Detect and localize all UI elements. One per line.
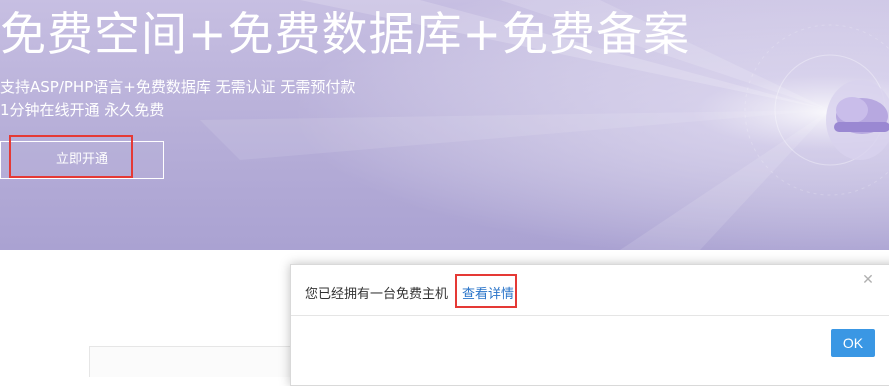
dialog-message: 您已经拥有一台免费主机 [305, 287, 449, 302]
hero-banner: 免费空间+免费数据库+免费备案 支持ASP/PHP语言+免费数据库 无需认证 无… [0, 0, 889, 250]
view-details-link[interactable]: 查看详情 [462, 283, 514, 302]
cloud-icon [826, 80, 889, 160]
hero-title: 免费空间+免费数据库+免费备案 [0, 7, 691, 61]
dialog-divider [291, 315, 889, 316]
hero-subtitle-2: 1分钟在线开通 永久免费 [0, 101, 165, 119]
content-card [89, 346, 310, 377]
open-now-button[interactable]: 立即开通 [0, 141, 164, 179]
close-icon[interactable]: ✕ [860, 272, 876, 288]
hero-subtitle: 支持ASP/PHP语言+免费数据库 无需认证 无需预付款 [0, 78, 356, 96]
ok-button[interactable]: OK [831, 329, 875, 357]
info-dialog: 您已经拥有一台免费主机 查看详情 ✕ OK [290, 264, 889, 386]
